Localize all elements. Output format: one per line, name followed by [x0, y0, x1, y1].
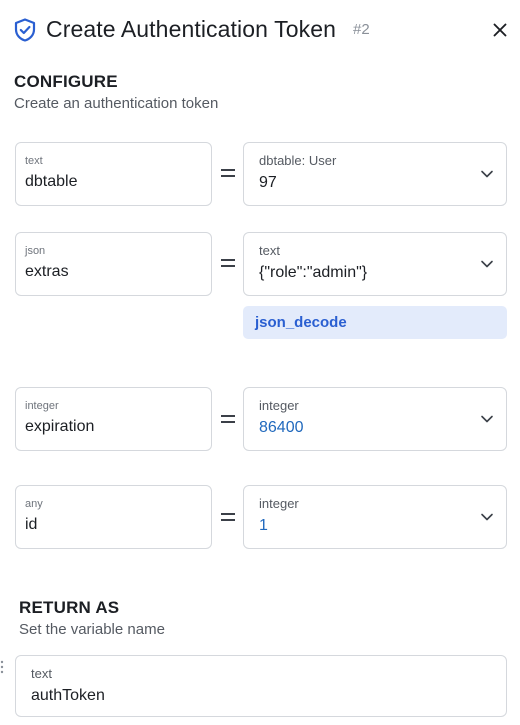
- return-type-label: text: [31, 666, 52, 681]
- step-number: #2: [353, 21, 370, 38]
- shield-check-icon: [14, 18, 36, 42]
- equals-icon: [221, 413, 237, 425]
- param-name: expiration: [25, 418, 95, 435]
- param-name: extras: [25, 263, 69, 280]
- value-extras-select[interactable]: text {"role":"admin"}: [243, 232, 507, 296]
- value-type-label: integer: [259, 496, 299, 511]
- param-name: dbtable: [25, 173, 78, 190]
- param-id-field[interactable]: any id: [15, 485, 212, 549]
- drag-handle-icon[interactable]: [0, 660, 4, 674]
- equals-icon: [221, 167, 237, 179]
- param-type-label: text: [25, 155, 43, 167]
- equals-icon: [221, 257, 237, 269]
- value-text: {"role":"admin"}: [259, 264, 368, 281]
- configure-subtitle: Create an authentication token: [14, 95, 219, 112]
- param-type-label: json: [25, 245, 46, 257]
- value-number: 1: [259, 517, 268, 534]
- return-as-heading: RETURN AS: [19, 598, 120, 617]
- chevron-down-icon[interactable]: [480, 169, 494, 179]
- value-number: 86400: [259, 419, 304, 436]
- param-type-label: any: [25, 498, 43, 510]
- panel-title: Create Authentication Token: [46, 16, 336, 42]
- return-as-subtitle: Set the variable name: [19, 621, 165, 638]
- chevron-down-icon[interactable]: [480, 512, 494, 522]
- value-type-label: dbtable: User: [259, 153, 337, 168]
- chevron-down-icon[interactable]: [480, 259, 494, 269]
- filter-label: json_decode: [255, 314, 347, 331]
- value-expiration-select[interactable]: integer 86400: [243, 387, 507, 451]
- value-text: 97: [259, 174, 277, 191]
- equals-icon: [221, 511, 237, 523]
- close-icon[interactable]: [491, 21, 509, 39]
- param-type-label: integer: [25, 400, 59, 412]
- panel-header: Create Authentication Token #2: [0, 0, 520, 60]
- param-expiration-field[interactable]: integer expiration: [15, 387, 212, 451]
- chevron-down-icon[interactable]: [480, 414, 494, 424]
- filter-chip-json-decode[interactable]: json_decode: [243, 306, 507, 339]
- return-variable-name: authToken: [31, 687, 105, 704]
- param-dbtable-field[interactable]: text dbtable: [15, 142, 212, 206]
- configure-heading: CONFIGURE: [14, 72, 118, 91]
- param-extras-field[interactable]: json extras: [15, 232, 212, 296]
- value-dbtable-select[interactable]: dbtable: User 97: [243, 142, 507, 206]
- return-variable-field[interactable]: text authToken: [15, 655, 507, 717]
- param-name: id: [25, 516, 38, 533]
- value-type-label: text: [259, 243, 280, 258]
- value-type-label: integer: [259, 398, 299, 413]
- value-id-select[interactable]: integer 1: [243, 485, 507, 549]
